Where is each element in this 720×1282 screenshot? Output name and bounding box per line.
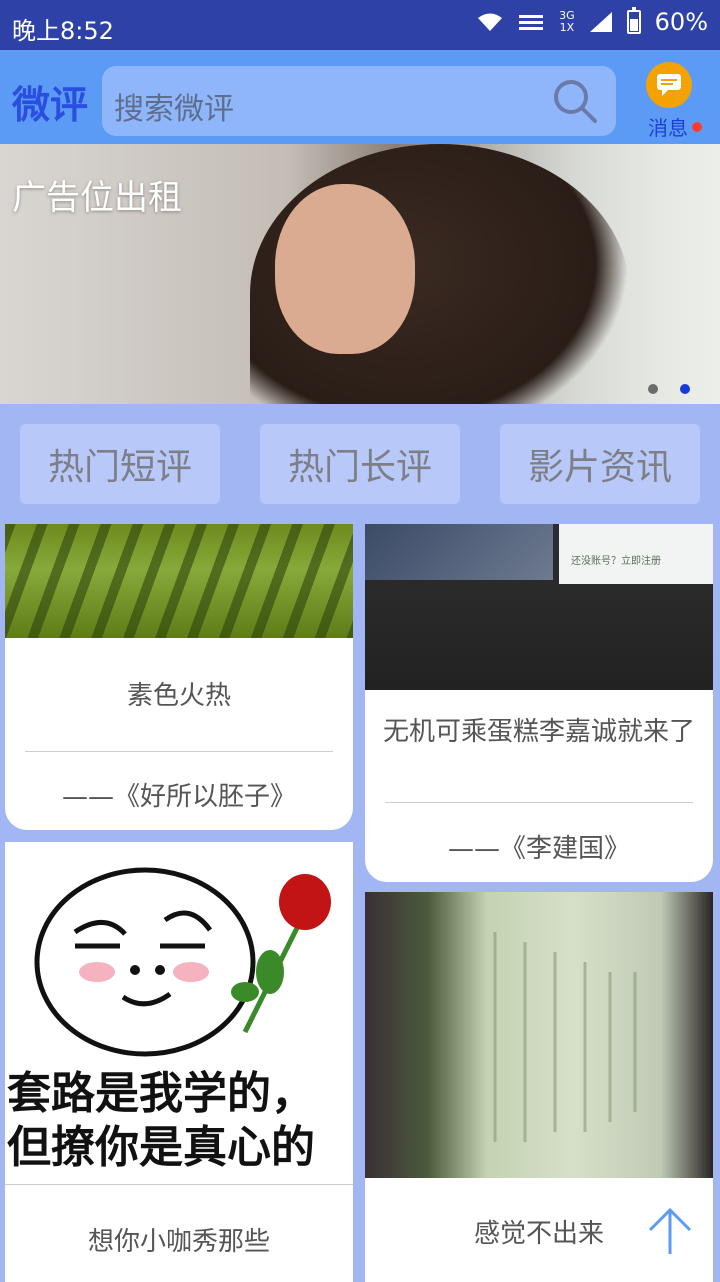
card-author: ——《李建国》: [447, 834, 630, 864]
ad-banner[interactable]: 广告位出租: [0, 144, 720, 404]
cell-signal-icon: [589, 12, 612, 32]
divider: [25, 751, 333, 752]
indicator-dot[interactable]: [648, 384, 658, 394]
tab-hot-short-review[interactable]: 热门短评: [20, 424, 220, 504]
card-image: [5, 524, 353, 638]
status-icons: 3G 1X 60%: [477, 7, 708, 36]
app-header: 微评 搜索微评 消息: [0, 50, 720, 144]
feed-card[interactable]: 素色火热 ——《好所以胚子》: [5, 524, 353, 830]
notification-dot: [692, 122, 702, 132]
meme-text-line: 套路是我学的，: [7, 1068, 315, 1119]
network-type: 3G 1X: [559, 9, 575, 34]
indicator-dot-active[interactable]: [680, 384, 690, 394]
meme-text-line: 但撩你是真心的: [7, 1122, 315, 1173]
search-icon[interactable]: [550, 76, 600, 126]
card-image: [365, 892, 713, 1178]
status-bar: 晚上8:52 3G 1X 60%: [0, 0, 720, 50]
card-image: 还没账号？立即注册: [365, 524, 713, 690]
chat-bubble-icon: [646, 62, 692, 108]
category-tabs: 热门短评 热门长评 影片资讯: [0, 404, 720, 524]
card-image: 套路是我学的， 但撩你是真心的: [5, 842, 353, 1185]
wifi-icon: [478, 13, 503, 31]
app-logo[interactable]: 微评: [12, 74, 88, 129]
tab-hot-long-review[interactable]: 热门长评: [260, 424, 460, 504]
banner-photo: [275, 184, 415, 354]
back-to-top-icon[interactable]: [644, 1206, 696, 1258]
search-input[interactable]: 搜索微评: [114, 84, 234, 128]
tab-movie-news[interactable]: 影片资讯: [500, 424, 700, 504]
messages-button[interactable]: 消息: [642, 58, 712, 142]
search-bar[interactable]: 搜索微评: [102, 66, 616, 136]
battery-level: 60%: [654, 8, 708, 36]
battery-icon: [626, 7, 641, 34]
messages-label: 消息: [648, 116, 688, 140]
thumbnail-text: 还没账号？立即注册: [571, 556, 661, 567]
banner-caption: 广告位出租: [12, 178, 182, 218]
status-time: 晚上8:52: [12, 17, 114, 45]
card-title: 无机可乘蛋糕李嘉诚就来了: [382, 717, 695, 747]
signal-icon: [519, 15, 544, 30]
card-title: 素色火热: [126, 681, 231, 711]
meme-face-image: [34, 867, 331, 1057]
card-author: ——《好所以胚子》: [61, 782, 296, 812]
card-title: 想你小咖秀那些: [87, 1227, 270, 1257]
carousel-indicators: [648, 384, 690, 394]
divider: [385, 802, 693, 803]
feed-card[interactable]: 还没账号？立即注册 无机可乘蛋糕李嘉诚就来了 ——《李建国》: [365, 524, 713, 882]
feed-card[interactable]: 套路是我学的， 但撩你是真心的 想你小咖秀那些: [5, 842, 353, 1282]
